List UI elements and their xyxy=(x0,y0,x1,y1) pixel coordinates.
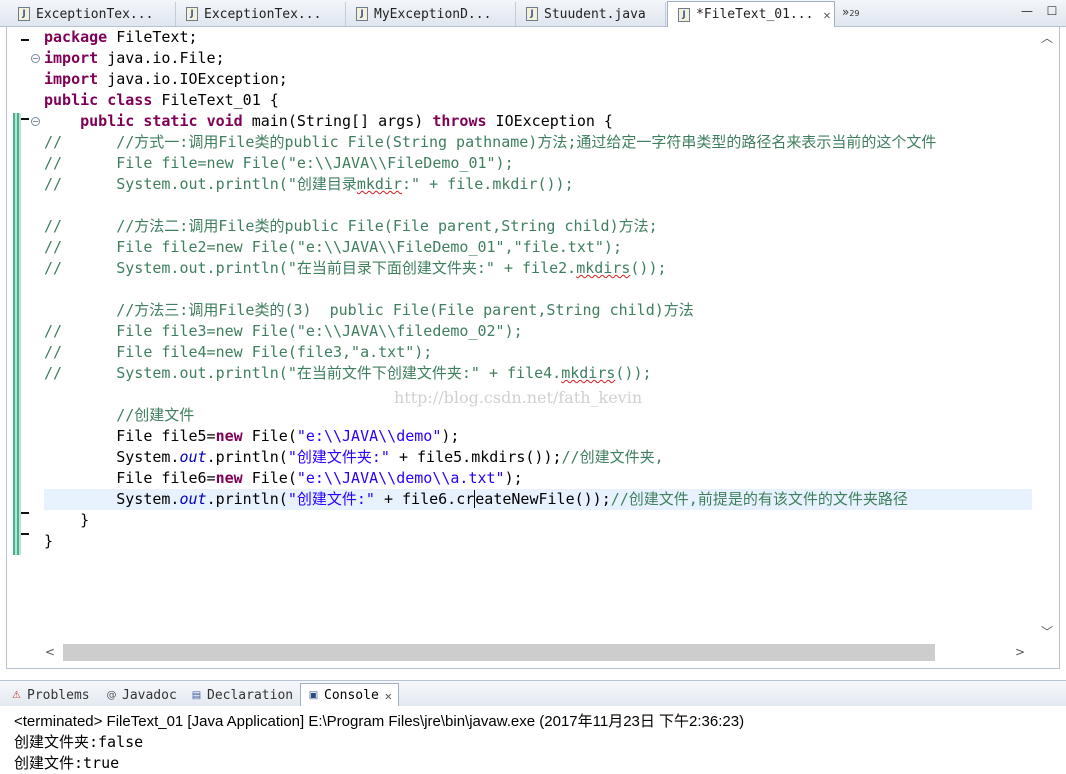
tab-javadoc[interactable]: @ Javadoc xyxy=(105,684,177,706)
marker-tick xyxy=(21,533,29,535)
annotation-ruler xyxy=(7,27,21,668)
scroll-left-icon[interactable]: < xyxy=(45,645,55,659)
code-line: // File file=new File("e:\\JAVA\\FileDem… xyxy=(44,154,514,172)
code-line: import java.io.File; xyxy=(44,49,225,67)
code-line: File file5=new File("e:\\JAVA\\demo"); xyxy=(44,427,460,445)
java-file-icon: J xyxy=(186,7,198,21)
horizontal-scroll-thumb[interactable] xyxy=(63,644,935,661)
java-file-icon: J xyxy=(18,7,30,21)
tab-console[interactable]: ▣ Console ✕ xyxy=(300,683,400,707)
maximize-icon: ☐ xyxy=(1046,4,1058,18)
code-line: import java.io.IOException; xyxy=(44,70,288,88)
code-line: //方法三:调用File类的(3) public File(File paren… xyxy=(44,301,694,319)
scroll-up-icon[interactable]: ︿ xyxy=(1041,29,1053,46)
maximize-button[interactable]: ☐ xyxy=(1046,4,1058,18)
java-file-icon: J xyxy=(526,7,538,21)
tab-label: Stuudent.java xyxy=(544,6,646,22)
console-output-line: 创建文件夹:false xyxy=(14,733,144,751)
tab-label: *FileText_01... xyxy=(696,7,814,22)
tab-declaration[interactable]: ▤ Declaration xyxy=(190,684,293,706)
editor-tab-filetext-01[interactable]: J *FileText_01... ✕ xyxy=(667,1,835,27)
declaration-icon: ▤ xyxy=(191,689,202,701)
text-caret: eateNewFile()); xyxy=(474,490,611,508)
tab-label: ExceptionTex... xyxy=(36,6,154,22)
marker-tick xyxy=(21,39,29,41)
tab-label: MyExceptionD... xyxy=(374,6,492,22)
marker-tick xyxy=(21,118,29,120)
code-text[interactable]: package FileText; import java.io.File; i… xyxy=(44,27,1032,637)
code-line: public static void main(String[] args) t… xyxy=(80,112,613,130)
console-icon: ▣ xyxy=(308,690,319,701)
close-icon[interactable]: ✕ xyxy=(823,8,830,22)
javadoc-icon: @ xyxy=(106,689,117,701)
current-code-line: System.out.println("创建文件:" + file6.creat… xyxy=(44,489,1032,510)
scroll-right-icon[interactable]: > xyxy=(1015,645,1025,659)
tab-overflow-button[interactable]: »29 xyxy=(842,5,860,19)
code-line: } xyxy=(44,511,90,529)
fold-collapse-icon[interactable]: − xyxy=(31,117,40,126)
code-line: public class FileText_01 { xyxy=(44,91,279,109)
code-line: // System.out.println("创建目录mkdir:" + fil… xyxy=(44,175,574,193)
editor-tab-bar: J ExceptionTex... J ExceptionTex... J My… xyxy=(0,0,1066,27)
code-line: // //方式一:调用File类的public File(String path… xyxy=(44,133,937,151)
watermark: http://blog.csdn.net/fath_kevin xyxy=(394,388,643,407)
tab-label: ExceptionTex... xyxy=(204,6,322,22)
console-output-line: 创建文件:true xyxy=(14,754,120,772)
problems-icon: ⚠ xyxy=(12,689,21,701)
minimize-button[interactable]: — xyxy=(1021,4,1033,18)
code-line: // File file3=new File("e:\\JAVA\\filede… xyxy=(44,322,523,340)
minimize-icon: — xyxy=(1021,4,1033,18)
editor-tab-stuudent[interactable]: J Stuudent.java xyxy=(516,2,666,26)
overflow-count: 29 xyxy=(849,9,860,18)
bottom-panel-tabs: ⚠ Problems @ Javadoc ▤ Declaration ▣ Con… xyxy=(0,680,1066,707)
code-line: // System.out.println("在当前文件下创建文件夹:" + f… xyxy=(44,364,652,382)
scroll-down-icon[interactable]: ﹀ xyxy=(1041,623,1053,640)
editor-tab-myexception[interactable]: J MyExceptionD... xyxy=(346,2,516,26)
java-file-icon: J xyxy=(678,7,690,22)
code-line: File file6=new File("e:\\JAVA\\demo\\a.t… xyxy=(44,469,523,487)
editor-tab-exceptiontext-2[interactable]: J ExceptionTex... xyxy=(176,2,346,26)
code-line: //创建文件 xyxy=(44,406,195,424)
code-line: } xyxy=(44,532,54,550)
change-indicator-bar xyxy=(13,113,21,555)
code-line: package FileText; xyxy=(44,28,198,46)
marker-tick xyxy=(21,512,29,514)
code-line: // File file4=new File(file3,"a.txt"); xyxy=(44,343,433,361)
editor-tab-exceptiontext-1[interactable]: J ExceptionTex... xyxy=(8,2,176,26)
java-file-icon: J xyxy=(356,7,368,21)
vertical-scrollbar[interactable]: ︿ ﹀ xyxy=(1035,27,1055,641)
horizontal-scrollbar[interactable]: < > xyxy=(37,641,1035,665)
fold-collapse-icon[interactable]: − xyxy=(31,54,40,63)
terminated-status: <terminated> FileText_01 [Java Applicati… xyxy=(14,713,745,730)
code-line: // File file2=new File("e:\\JAVA\\FileDe… xyxy=(44,238,622,256)
tab-problems[interactable]: ⚠ Problems xyxy=(10,684,90,706)
code-editor[interactable]: − − package FileText; import java.io.Fil… xyxy=(6,27,1060,669)
code-line: // System.out.println("在当前目录下面创建文件夹:" + … xyxy=(44,259,667,277)
code-line: System.out.println("创建文件夹:" + file5.mkdi… xyxy=(44,448,664,466)
close-icon[interactable]: ✕ xyxy=(385,689,392,703)
code-line: // //方法二:调用File类的public File(File parent… xyxy=(44,217,658,235)
console-view[interactable]: <terminated> FileText_01 [Java Applicati… xyxy=(0,706,1066,774)
